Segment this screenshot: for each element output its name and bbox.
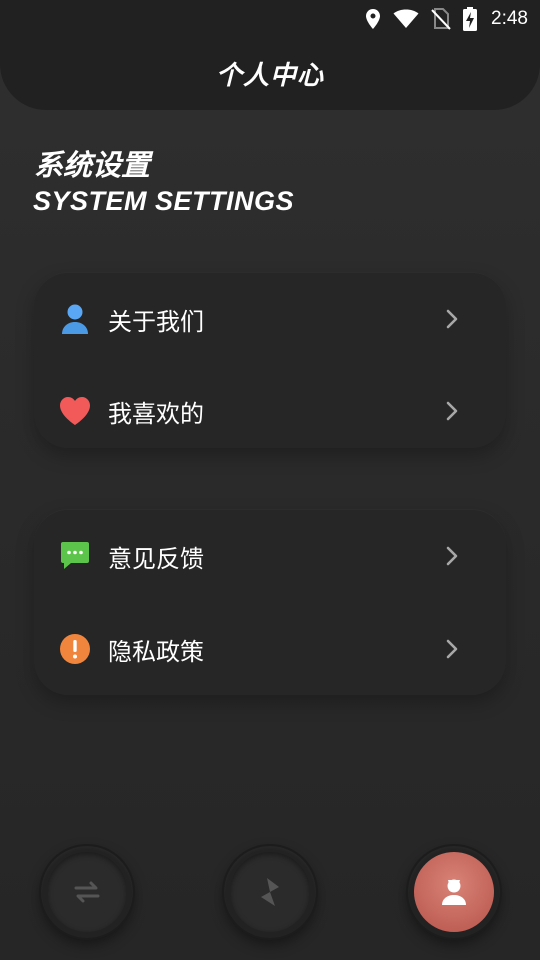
lightning-icon (261, 878, 279, 906)
section-title-en: SYSTEM SETTINGS (33, 186, 295, 216)
privacy-policy-label: 隐私政策 (108, 637, 204, 666)
settings-group-1: 关于我们 我喜欢的 (34, 272, 506, 448)
nav-swap-button[interactable] (41, 846, 133, 938)
wifi-icon (393, 9, 419, 29)
about-us-label: 关于我们 (108, 307, 204, 336)
settings-group-2: 意见反馈 隐私政策 (34, 509, 506, 695)
chevron-right-icon (446, 309, 458, 329)
status-bar: 2:48 (0, 0, 540, 38)
warning-icon (59, 633, 91, 665)
nav-swap-inner (47, 852, 127, 932)
nav-lightning-button[interactable] (224, 846, 316, 938)
page-title: 个人中心 (215, 61, 324, 91)
user-icon (59, 303, 91, 335)
status-time: 2:48 (491, 8, 528, 29)
nav-profile-button[interactable] (408, 846, 500, 938)
chevron-right-icon (446, 639, 458, 659)
profile-icon (442, 879, 466, 905)
battery-charging-icon (463, 7, 478, 31)
privacy-policy-item[interactable]: 隐私政策 (34, 614, 506, 684)
header: 2:48 个人中心 (0, 0, 540, 110)
no-sim-icon (431, 8, 451, 30)
location-icon (365, 8, 381, 30)
nav-profile-inner (414, 852, 494, 932)
favorites-label: 我喜欢的 (108, 399, 204, 428)
feedback-item[interactable]: 意见反馈 (34, 521, 506, 591)
about-us-item[interactable]: 关于我们 (34, 284, 506, 354)
favorites-item[interactable]: 我喜欢的 (34, 376, 506, 446)
heart-icon (59, 395, 91, 427)
chat-icon (59, 540, 91, 572)
section-title-cn: 系统设置 (34, 148, 151, 182)
swap-icon (74, 881, 100, 903)
chevron-right-icon (446, 401, 458, 421)
nav-lightning-inner (230, 852, 310, 932)
feedback-label: 意见反馈 (108, 544, 204, 573)
chevron-right-icon (446, 546, 458, 566)
